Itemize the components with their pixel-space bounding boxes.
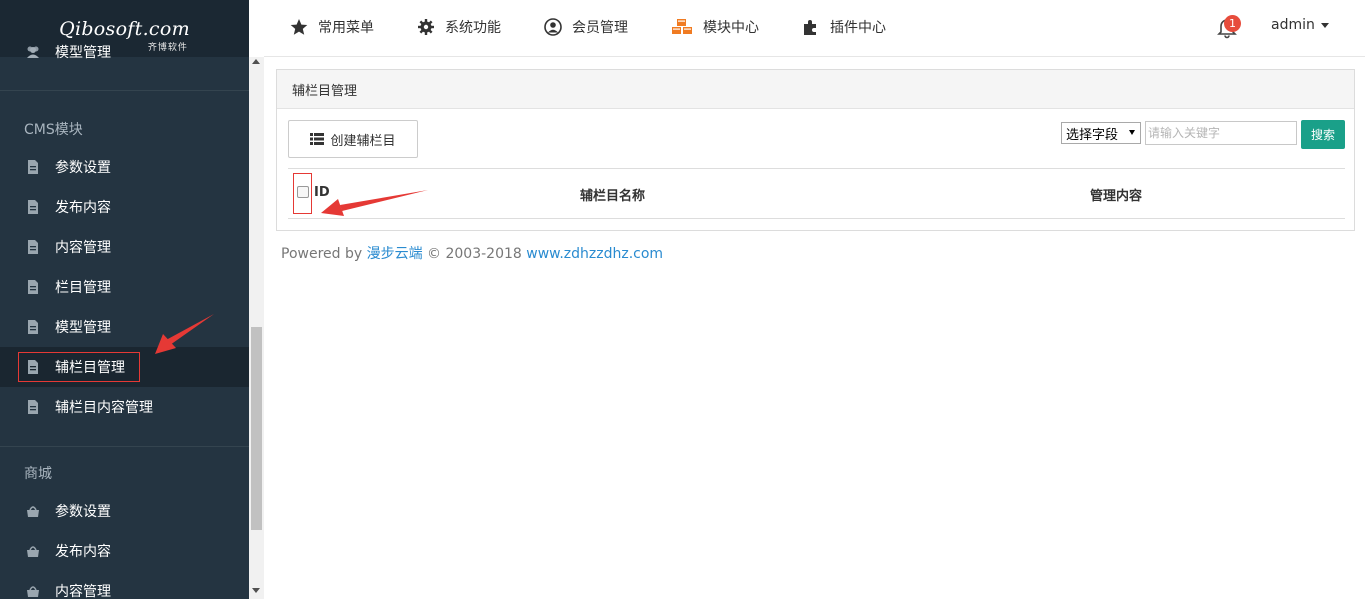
sidebar-item-label: 发布内容 [55,544,111,560]
shopping-bag-icon [27,546,39,557]
search-button[interactable]: 搜索 [1301,120,1345,149]
sidebar-item-cms-content[interactable]: 内容管理 [0,227,249,267]
footer-brand-link[interactable]: 漫步云端 [367,246,423,262]
topnav-label: 常用菜单 [318,20,374,36]
aux-column-panel: 辅栏目管理 创建辅栏目 选择字段 搜索 ID 辅栏目名称 管理内容 [276,69,1355,231]
sidebar-item-label: 栏目管理 [55,280,111,296]
sidebar-item-aux-content[interactable]: 辅栏目内容管理 [0,387,249,427]
topnav-label: 会员管理 [572,20,628,36]
sidebar-item-cms-models[interactable]: 模型管理 [0,307,249,347]
column-header-manage[interactable]: 管理内容 [1090,185,1142,204]
sidebar-item-label: 参数设置 [55,160,111,176]
file-icon [28,320,38,334]
shopping-bag-icon [27,506,39,517]
select-arrow-icon [1129,130,1135,135]
file-icon [28,400,38,414]
create-aux-column-button[interactable]: 创建辅栏目 [288,120,418,158]
topnav-label: 系统功能 [445,20,501,36]
topbar: 常用菜单 系统功能 会员管理 模块中心 插件中心 1 admin [264,0,1365,57]
sidebar-item-aux-columns[interactable]: 辅栏目管理 [0,347,249,387]
sidebar-item-shop-publish[interactable]: 发布内容 [0,531,249,571]
sidebar-item-label: 内容管理 [55,584,111,599]
create-button-label: 创建辅栏目 [330,133,396,149]
file-icon [28,280,38,294]
sidebar-item-label: 参数设置 [55,504,111,520]
group-title-cms: CMS模块 [24,122,83,138]
user-menu[interactable]: admin [1271,17,1329,33]
list-icon [310,133,325,145]
topnav-system[interactable]: 系统功能 [391,0,518,54]
sidebar-item-label: 模型管理 [55,45,111,61]
footer-copyright: © 2003-2018 [422,246,527,262]
shopping-bag-icon [27,586,39,597]
sidebar-item-label: 发布内容 [55,200,111,216]
logo-brand: Qibosoft [59,17,143,40]
puzzle-icon [804,20,816,35]
topnav-modules[interactable]: 模块中心 [645,0,776,54]
field-select-value: 选择字段 [1066,127,1119,143]
user-name: admin [1271,17,1315,33]
cubes-icon [672,19,692,34]
file-icon [28,200,38,214]
sidebar-item-cms-columns[interactable]: 栏目管理 [0,267,249,307]
annotation-highlight-box [18,352,140,382]
logo-text: Qibosoft.com 齐博软件 [59,17,190,53]
footer-site-link[interactable]: www.zdhzzdhz.com [526,246,663,262]
sidebar-scrollbar[interactable] [249,57,264,599]
top-nav: 常用菜单 系统功能 会员管理 模块中心 插件中心 [264,0,903,54]
select-all-checkbox[interactable] [297,186,309,198]
sidebar-item-shop-settings[interactable]: 参数设置 [0,491,249,531]
sidebar-item-label: 模型管理 [55,320,111,336]
sidebar-item-label: 内容管理 [55,240,111,256]
group-title-shop: 商城 [24,466,52,482]
topnav-label: 模块中心 [703,20,759,36]
star-icon [290,19,308,35]
scroll-thumb[interactable] [251,327,262,530]
sidebar-item-shop-content[interactable]: 内容管理 [0,571,249,599]
panel-title: 辅栏目管理 [277,70,1354,109]
users-icon [27,46,39,58]
footer: Powered by 漫步云端 © 2003-2018 www.zdhzzdhz… [281,243,663,263]
sidebar-item-cms-settings[interactable]: 参数设置 [0,147,249,187]
topnav-favorites[interactable]: 常用菜单 [264,0,391,54]
scroll-down-arrow-icon[interactable] [252,588,260,593]
caret-down-icon [1320,22,1329,28]
field-select[interactable]: 选择字段 [1061,122,1141,144]
sidebar: Qibosoft.com 齐博软件 模型管理 CMS模块 参数设置 发布内容 内… [0,0,249,599]
logo-suffix: .com [142,17,190,40]
topnav-members[interactable]: 会员管理 [518,0,645,54]
gear-icon [418,19,434,35]
column-header-name[interactable]: 辅栏目名称 [580,185,645,204]
sidebar-item-label: 辅栏目内容管理 [55,400,153,416]
sidebar-item-model-top[interactable]: 模型管理 [0,45,249,61]
aux-column-table: ID 辅栏目名称 管理内容 [288,168,1345,219]
notification-badge[interactable]: 1 [1224,15,1241,32]
user-circle-icon [544,18,562,36]
column-header-id[interactable]: ID [314,185,330,200]
topnav-plugins[interactable]: 插件中心 [776,0,903,54]
scroll-up-arrow-icon[interactable] [252,59,260,64]
file-icon [28,240,38,254]
footer-prefix: Powered by [281,246,367,262]
keyword-input[interactable] [1145,121,1297,145]
topnav-label: 插件中心 [830,20,886,36]
sidebar-item-cms-publish[interactable]: 发布内容 [0,187,249,227]
file-icon [28,160,38,174]
